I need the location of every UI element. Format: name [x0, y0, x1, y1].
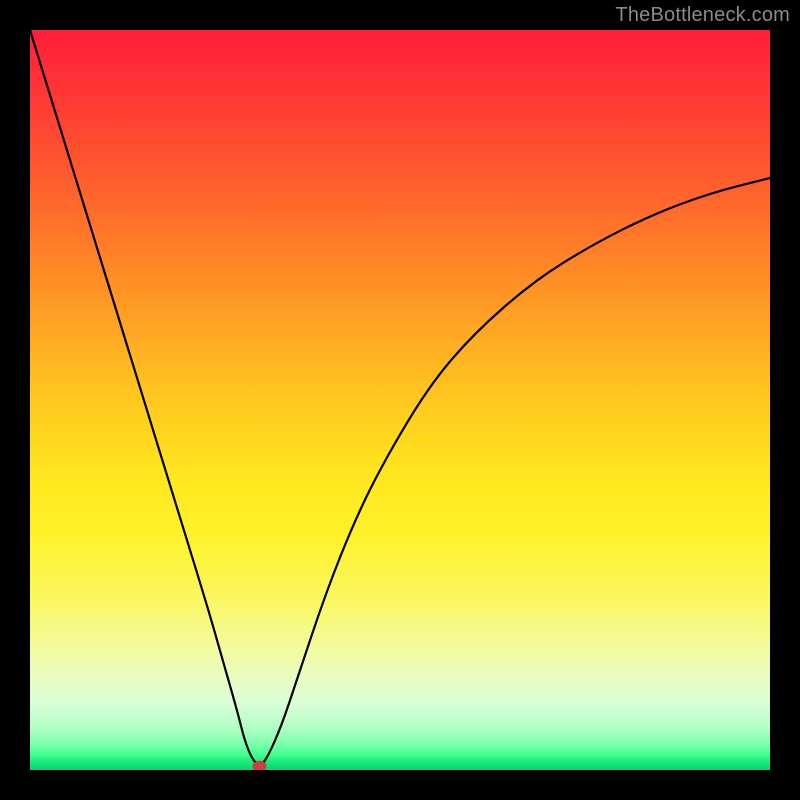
plot-area [30, 30, 770, 770]
curve-svg [30, 30, 770, 770]
chart-frame: TheBottleneck.com [0, 0, 800, 800]
bottleneck-curve [30, 30, 770, 764]
watermark-text: TheBottleneck.com [615, 4, 790, 27]
